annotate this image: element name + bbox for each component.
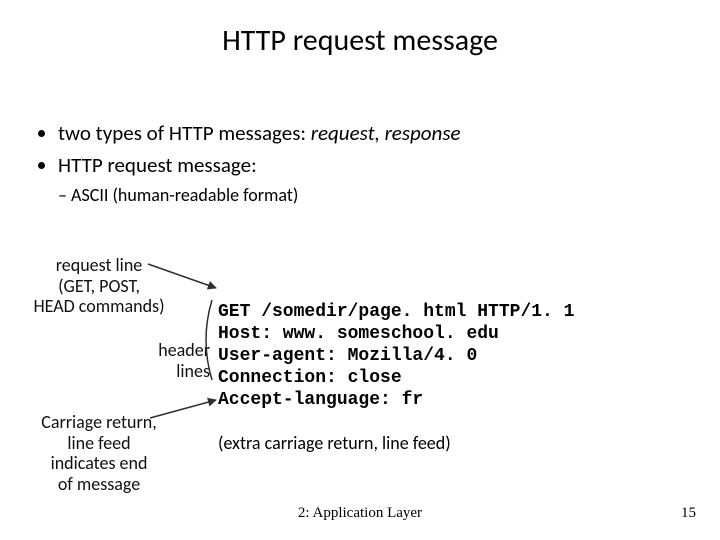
- http-line-3: User-agent: Mozilla/4. 0: [218, 346, 477, 366]
- http-line-4: Connection: close: [218, 368, 402, 388]
- slide-title: HTTP request message: [0, 22, 720, 59]
- http-line-1: GET /somedir/page. html HTTP/1. 1: [218, 302, 574, 322]
- bullet-2: HTTP request message:: [58, 152, 461, 178]
- bullet-1-em: request, response: [311, 120, 461, 146]
- http-message-block: GET /somedir/page. html HTTP/1. 1 Host: …: [218, 280, 574, 412]
- bullet-1-text: two types of HTTP messages:: [58, 120, 311, 146]
- footer-text: 2: Application Layer: [0, 505, 720, 522]
- subbullet-1: ASCII (human-readable format): [58, 184, 461, 206]
- label-header-lines: header lines: [110, 340, 210, 381]
- extra-note: (extra carriage return, line feed): [218, 432, 451, 454]
- bullet-block: two types of HTTP messages: request, res…: [32, 120, 461, 212]
- label-request-line: request line (GET, POST, HEAD commands): [14, 255, 184, 317]
- bullet-1: two types of HTTP messages: request, res…: [58, 120, 461, 146]
- http-line-5: Accept-language: fr: [218, 390, 423, 410]
- http-line-2: Host: www. someschool. edu: [218, 324, 499, 344]
- label-crlf-end: Carriage return, line feed indicates end…: [14, 412, 184, 495]
- page-number: 15: [681, 505, 696, 522]
